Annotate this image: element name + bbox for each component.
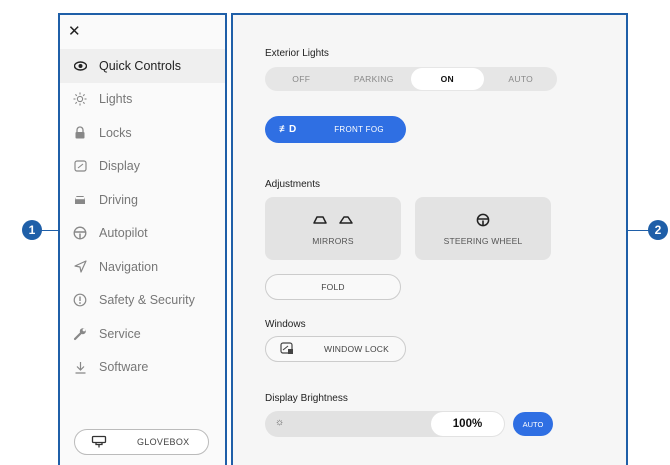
exterior-lights-on[interactable]: ON [411, 68, 484, 90]
mirror-left-icon [313, 215, 327, 227]
sidebar-item-label: Driving [99, 192, 138, 207]
sidebar-item-label: Lights [99, 92, 133, 107]
mirrors-label: MIRRORS [312, 235, 354, 246]
sidebar-nav: Quick Controls Lights Locks Display Driv… [60, 49, 225, 384]
front-fog-label: FRONT FOG [334, 125, 384, 134]
brightness-value: 100% [452, 418, 483, 430]
fog-light-icon: ≢D [279, 124, 297, 135]
mirrors-button[interactable]: MIRRORS [265, 197, 401, 260]
window-lock-icon [280, 341, 294, 357]
lock-icon [73, 126, 87, 140]
callout-1: 1 [22, 220, 42, 240]
brightness-sun-icon: ☼ [275, 417, 285, 428]
exterior-lights-title: Exterior Lights [265, 48, 329, 59]
sidebar-item-label: Quick Controls [99, 58, 181, 73]
sidebar-item-driving[interactable]: Driving [60, 183, 225, 217]
exterior-lights-parking[interactable]: PARKING [338, 68, 411, 90]
sidebar-item-quick-controls[interactable]: Quick Controls [60, 49, 225, 83]
exterior-lights-selector: OFF PARKING ON AUTO [265, 67, 557, 91]
sidebar-item-locks[interactable]: Locks [60, 116, 225, 150]
steering-wheel-button[interactable]: STEERING WHEEL [415, 197, 551, 260]
download-icon [73, 360, 87, 374]
steering-wheel-icon [476, 213, 490, 229]
brightness-slider-handle[interactable]: 100% [431, 412, 504, 436]
sidebar-item-label: Display [99, 159, 140, 174]
sidebar-item-label: Service [99, 326, 141, 341]
sidebar-item-label: Navigation [99, 259, 159, 274]
car-icon [73, 193, 87, 207]
glovebox-button[interactable]: GLOVEBOX [74, 429, 209, 455]
sidebar-item-label: Safety & Security [99, 293, 195, 308]
alert-circle-icon [73, 293, 87, 307]
windows-title: Windows [265, 319, 306, 330]
brightness-slider[interactable]: ☼ 100% [265, 411, 505, 437]
fold-label: FOLD [321, 282, 345, 292]
mirror-right-icon [339, 215, 353, 227]
callout-line-right [628, 230, 650, 231]
steering-wheel-icon [73, 226, 87, 240]
eye-icon [73, 59, 87, 73]
close-icon[interactable]: ✕ [68, 22, 81, 40]
sidebar-item-display[interactable]: Display [60, 150, 225, 184]
front-fog-button[interactable]: ≢D FRONT FOG [265, 116, 406, 143]
sidebar-item-lights[interactable]: Lights [60, 83, 225, 117]
adjustments-title: Adjustments [265, 179, 321, 190]
glovebox-label: GLOVEBOX [137, 437, 190, 447]
sidebar: ✕ Quick Controls Lights Locks Display Dr… [58, 13, 227, 465]
exterior-lights-off[interactable]: OFF [265, 68, 338, 90]
callout-2: 2 [648, 220, 668, 240]
wrench-icon [73, 327, 87, 341]
navigation-arrow-icon [73, 260, 87, 274]
sidebar-item-safety-security[interactable]: Safety & Security [60, 284, 225, 318]
glovebox-icon [91, 435, 107, 449]
brightness-auto-label: AUTO [522, 419, 544, 429]
window-lock-label: WINDOW LOCK [324, 344, 390, 354]
sidebar-item-software[interactable]: Software [60, 351, 225, 385]
sidebar-item-service[interactable]: Service [60, 317, 225, 351]
fold-mirrors-button[interactable]: FOLD [265, 274, 401, 300]
sidebar-item-label: Locks [99, 125, 132, 140]
exterior-lights-auto[interactable]: AUTO [485, 68, 558, 90]
display-icon [73, 159, 87, 173]
brightness-auto-button[interactable]: AUTO [513, 412, 553, 436]
sidebar-item-label: Autopilot [99, 226, 148, 241]
sidebar-item-navigation[interactable]: Navigation [60, 250, 225, 284]
display-brightness-title: Display Brightness [265, 393, 348, 404]
steering-wheel-label: STEERING WHEEL [443, 235, 523, 246]
sidebar-item-autopilot[interactable]: Autopilot [60, 217, 225, 251]
quick-controls-panel: Exterior Lights OFF PARKING ON AUTO ≢D F… [231, 13, 628, 465]
window-lock-button[interactable]: WINDOW LOCK [265, 336, 406, 362]
sidebar-item-label: Software [99, 360, 149, 375]
sun-icon [73, 92, 87, 106]
